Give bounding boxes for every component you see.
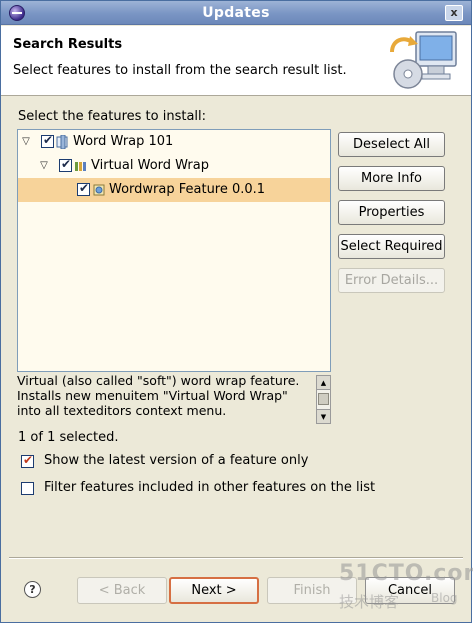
expand-toggle-icon[interactable]: ▽	[21, 137, 31, 147]
title-bar[interactable]: Updates x	[1, 1, 471, 25]
tree-item-label: Word Wrap 101	[73, 134, 174, 149]
wizard-header: Search Results Select features to instal…	[1, 26, 471, 96]
filter-included-option[interactable]: Filter features included in other featur…	[21, 480, 401, 498]
select-required-button[interactable]: Select Required	[338, 234, 445, 259]
selection-count: 1 of 1 selected.	[18, 430, 119, 445]
tree-item-label: Wordwrap Feature 0.0.1	[109, 182, 266, 197]
scroll-thumb[interactable]	[318, 393, 329, 405]
tree-item-wordwrap-feature[interactable]: Wordwrap Feature 0.0.1	[18, 178, 330, 202]
page-description: Select features to install from the sear…	[13, 63, 347, 78]
scroll-down-arrow-icon[interactable]: ▼	[317, 409, 330, 423]
latest-version-checkbox[interactable]	[21, 453, 34, 468]
tree-item-checkbox[interactable]	[59, 157, 72, 172]
properties-button[interactable]: Properties	[338, 200, 445, 225]
help-icon[interactable]: ?	[24, 581, 41, 598]
close-button[interactable]: x	[445, 5, 463, 21]
features-label: Select the features to install:	[18, 109, 207, 124]
filter-included-label: Filter features included in other featur…	[44, 480, 376, 495]
description-line: into all texteditors context menu.	[17, 403, 227, 418]
features-tree[interactable]: ▽ Word Wrap 101 ▽ Virtual Word Wrap	[17, 129, 331, 372]
install-wizard-icon	[390, 31, 457, 89]
expand-toggle-icon[interactable]: ▽	[39, 161, 49, 171]
tree-item-checkbox[interactable]	[77, 181, 90, 196]
back-button[interactable]: < Back	[77, 577, 167, 604]
feature-icon	[93, 184, 105, 196]
footer-separator	[9, 557, 463, 559]
deselect-all-button[interactable]: Deselect All	[338, 132, 445, 157]
more-info-button[interactable]: More Info	[338, 166, 445, 191]
description-line: Installs new menuitem "Virtual Word Wrap…	[17, 388, 288, 403]
latest-version-label: Show the latest version of a feature onl…	[44, 453, 309, 468]
next-button[interactable]: Next >	[169, 577, 259, 604]
scroll-up-arrow-icon[interactable]: ▲	[317, 376, 330, 390]
cancel-button[interactable]: Cancel	[365, 577, 455, 604]
error-details-button[interactable]: Error Details...	[338, 268, 445, 293]
tree-item-label: Virtual Word Wrap	[91, 158, 209, 173]
tree-item-checkbox[interactable]	[41, 133, 54, 148]
tree-item-virtual-word-wrap[interactable]: ▽ Virtual Word Wrap	[18, 154, 330, 178]
site-icon	[56, 135, 68, 149]
filter-included-checkbox[interactable]	[21, 482, 34, 495]
page-title: Search Results	[13, 37, 123, 52]
category-icon	[75, 162, 86, 171]
latest-version-option[interactable]: Show the latest version of a feature onl…	[21, 453, 341, 471]
tree-item-word-wrap-101[interactable]: ▽ Word Wrap 101	[18, 130, 330, 154]
finish-button[interactable]: Finish	[267, 577, 357, 604]
description-line: Virtual (also called "soft") word wrap f…	[17, 373, 300, 388]
description-scrollbar[interactable]: ▲ ▼	[316, 375, 331, 424]
updates-dialog: Updates x Search Results Select features…	[0, 0, 473, 623]
window-title: Updates	[202, 5, 270, 21]
feature-description: Virtual (also called "soft") word wrap f…	[17, 373, 313, 425]
